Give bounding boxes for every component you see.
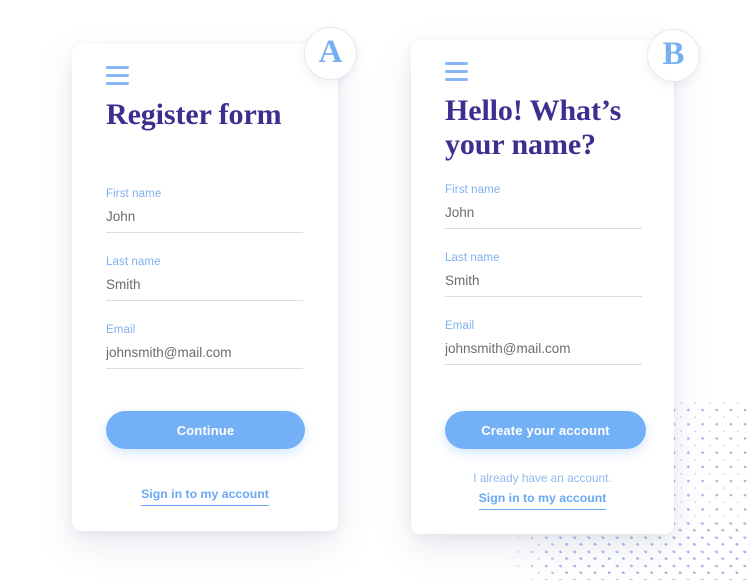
existing-account-note: I already have an account. [473, 471, 612, 485]
avatar-badge-a: A [304, 27, 357, 80]
continue-button[interactable]: Continue [106, 411, 305, 449]
last-name-label: Last name [106, 256, 161, 268]
first-name-field-group: First name John [106, 188, 303, 233]
hello-name-form-card: Hello! What’s your name? First name John… [411, 40, 674, 534]
email-label: Email [106, 324, 136, 336]
hamburger-icon[interactable] [106, 66, 129, 85]
first-name-label: First name [106, 188, 162, 200]
page-title: Register form [106, 98, 282, 131]
avatar-badge-b: B [647, 29, 700, 82]
sign-in-link[interactable]: Sign in to my account [141, 487, 269, 506]
hamburger-bar [106, 66, 129, 69]
last-name-input[interactable]: Smith [106, 277, 303, 301]
email-input[interactable]: johnsmith@mail.com [445, 341, 642, 365]
hamburger-icon[interactable] [445, 62, 468, 81]
avatar-letter: B [662, 36, 685, 72]
email-field-group: Email johnsmith@mail.com [106, 324, 303, 369]
last-name-label: Last name [445, 252, 500, 264]
register-form-card-body: Register form First name John Last name … [72, 44, 338, 531]
register-form-fields: First name John Last name Smith Email jo… [106, 188, 303, 392]
first-name-input[interactable]: John [106, 209, 303, 233]
register-form-card: Register form First name John Last name … [72, 44, 338, 531]
hamburger-bar [445, 70, 468, 73]
last-name-field-group: Last name Smith [445, 252, 642, 297]
first-name-field-group: First name John [445, 184, 642, 229]
hello-name-card-footer: I already have an account. Sign in to my… [411, 471, 674, 510]
create-account-button[interactable]: Create your account [445, 411, 646, 449]
email-label: Email [445, 320, 475, 332]
email-field-group: Email johnsmith@mail.com [445, 320, 642, 365]
hamburger-bar [445, 62, 468, 65]
hello-name-form-fields: First name John Last name Smith Email jo… [445, 184, 642, 388]
register-card-footer: Sign in to my account [72, 485, 338, 506]
hamburger-bar [106, 74, 129, 77]
first-name-input[interactable]: John [445, 205, 642, 229]
last-name-field-group: Last name Smith [106, 256, 303, 301]
hamburger-bar [106, 82, 129, 85]
hello-name-form-card-body: Hello! What’s your name? First name John… [411, 40, 674, 534]
first-name-label: First name [445, 184, 501, 196]
email-input[interactable]: johnsmith@mail.com [106, 345, 303, 369]
page-title: Hello! What’s your name? [445, 94, 622, 161]
avatar-letter: A [318, 34, 343, 70]
last-name-input[interactable]: Smith [445, 273, 642, 297]
hamburger-bar [445, 78, 468, 81]
sign-in-link[interactable]: Sign in to my account [478, 491, 607, 510]
